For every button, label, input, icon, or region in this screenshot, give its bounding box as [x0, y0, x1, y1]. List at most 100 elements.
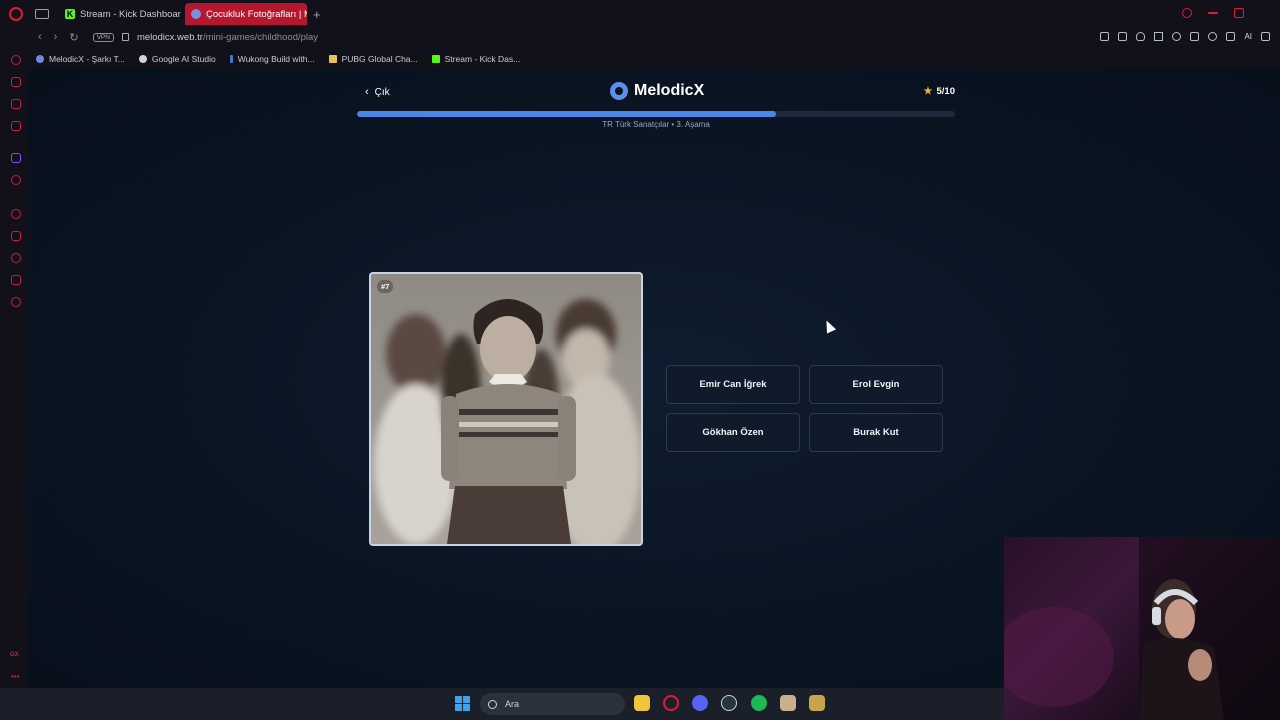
- photo-number-badge: #7: [377, 280, 394, 293]
- stage-label: TR Türk Sanatçılar • 3. Aşama: [602, 120, 710, 129]
- opera-gx-icon[interactable]: [663, 695, 679, 711]
- webcam-overlay: [1004, 537, 1280, 720]
- answer-options: Emir Can İğrek Erol Evgin Gökhan Özen Bu…: [666, 365, 943, 452]
- progress-bar: [357, 111, 955, 117]
- bookmark-pubg[interactable]: PUBG Global Cha...: [328, 54, 418, 64]
- sidebar-extensions-icon[interactable]: [11, 275, 21, 285]
- browser-sidebar: GX •••: [0, 28, 28, 688]
- maximize-button[interactable]: [1234, 8, 1244, 18]
- progress-fill: [357, 111, 776, 117]
- sidebar-shop-icon[interactable]: [11, 77, 21, 87]
- melodicx-favicon-icon: [191, 9, 201, 19]
- exit-label: Çık: [374, 86, 390, 98]
- brand-logo[interactable]: MelodicX: [610, 82, 704, 100]
- search-placeholder: Ara: [505, 699, 520, 709]
- bookmarks-bar: MelodicX - Şarkı T... Google AI Studio W…: [28, 50, 1280, 68]
- minimize-button[interactable]: [1208, 12, 1218, 14]
- game-header: ‹ Çık MelodicX ★ 5/10: [357, 80, 955, 104]
- headphones-icon: [610, 82, 628, 100]
- bookmark-label: MelodicX - Şarkı T...: [49, 54, 125, 64]
- bookmark-label: PUBG Global Cha...: [341, 54, 418, 64]
- bookmark-melodicx[interactable]: MelodicX - Şarkı T...: [36, 54, 125, 64]
- answer-option-1[interactable]: Emir Can İğrek: [666, 365, 800, 404]
- league-client-icon[interactable]: [809, 695, 825, 711]
- mouse-cursor-icon: [821, 318, 837, 334]
- trophy-icon: ★: [923, 86, 933, 97]
- brand-name: MelodicX: [634, 82, 705, 99]
- photo-image: [371, 274, 641, 544]
- bookmark-wukong[interactable]: Wukong Build with...: [229, 54, 315, 64]
- toolbar-actions: AI: [1100, 32, 1270, 41]
- kick-icon: K: [65, 9, 75, 19]
- kick-bookmark-icon: [431, 55, 440, 63]
- windows-start-icon[interactable]: [455, 696, 470, 711]
- answer-option-3[interactable]: Gökhan Özen: [666, 413, 800, 452]
- snapshot-icon[interactable]: [1118, 32, 1128, 41]
- tab-label: Çocukluk Fotoğrafları | Me: [206, 8, 307, 20]
- extensions-icon[interactable]: [1190, 32, 1200, 41]
- search-icon: [488, 699, 497, 709]
- ai-studio-bookmark-icon: [138, 55, 147, 63]
- url-domain: melodicx.web.tr: [136, 31, 203, 43]
- forward-icon[interactable]: ›: [54, 31, 58, 43]
- game-launcher-icon[interactable]: [780, 695, 796, 711]
- sidebar-twitch-icon[interactable]: [11, 153, 21, 163]
- chevron-left-icon: ‹: [365, 86, 369, 98]
- answer-option-4[interactable]: Burak Kut: [809, 413, 943, 452]
- window-controls: [1182, 8, 1270, 18]
- answer-option-2[interactable]: Erol Evgin: [809, 365, 943, 404]
- spotify-icon[interactable]: [751, 695, 767, 711]
- streamer-video: [1004, 537, 1280, 720]
- exit-button[interactable]: ‹ Çık: [365, 86, 390, 98]
- wukong-bookmark-icon: [229, 55, 233, 63]
- score-display: ★ 5/10: [924, 86, 955, 97]
- url-field[interactable]: melodicx.web.tr/mini-games/childhood/pla…: [137, 32, 318, 43]
- file-explorer-icon[interactable]: [634, 695, 650, 711]
- sidebar-music-icon[interactable]: [11, 175, 21, 185]
- reload-icon[interactable]: ↻: [69, 31, 78, 44]
- browser-tab-bar: K Stream - Kick Dashboard Çocukluk Fotoğ…: [0, 0, 1280, 28]
- new-tab-button[interactable]: +: [313, 7, 321, 22]
- bookmark-google-ai-studio[interactable]: Google AI Studio: [138, 54, 216, 64]
- play-icon[interactable]: [1154, 32, 1164, 41]
- pubg-bookmark-icon: [328, 55, 337, 63]
- tab-label: Stream - Kick Dashboard: [80, 8, 181, 20]
- opera-logo-icon[interactable]: [9, 7, 23, 21]
- melodicx-bookmark-icon: [36, 55, 44, 63]
- childhood-photo: #7: [369, 272, 643, 546]
- tab-childhood-photos[interactable]: Çocukluk Fotoğrafları | Me: [185, 3, 307, 25]
- score-value: 5/10: [936, 86, 956, 97]
- sidebar-gx-label[interactable]: GX: [10, 652, 19, 658]
- sidebar-settings-icon[interactable]: [11, 297, 21, 307]
- sidebar-app-icon[interactable]: [11, 121, 21, 131]
- sidebar-player-icon[interactable]: [11, 209, 21, 219]
- sidebar-messenger-icon[interactable]: [11, 99, 21, 109]
- sidebar-history-icon[interactable]: [11, 253, 21, 263]
- bookmark-label: Google AI Studio: [151, 54, 216, 64]
- lock-icon[interactable]: [121, 33, 129, 41]
- search-tabs-icon[interactable]: [1182, 8, 1192, 18]
- ai-button[interactable]: AI: [1244, 32, 1252, 41]
- profile-icon[interactable]: [1208, 32, 1218, 41]
- discord-icon[interactable]: [692, 695, 708, 711]
- address-bar: ‹ › ↻ VPN melodicx.web.tr/mini-games/chi…: [28, 28, 1280, 46]
- sidebar-opera-icon[interactable]: [11, 55, 21, 65]
- vpn-badge[interactable]: VPN: [92, 32, 114, 42]
- bookmark-kick[interactable]: Stream - Kick Das...: [431, 54, 521, 64]
- back-icon[interactable]: ‹: [38, 31, 42, 43]
- bookmark-label: Wukong Build with...: [237, 54, 315, 64]
- url-path: /mini-games/childhood/play: [202, 31, 319, 43]
- bookmark-icon[interactable]: [1100, 32, 1110, 41]
- adblock-icon[interactable]: [1136, 32, 1146, 41]
- sidebar-more-icon[interactable]: •••: [11, 672, 19, 681]
- download-icon[interactable]: [1226, 32, 1236, 41]
- taskbar-search[interactable]: Ara: [480, 693, 625, 715]
- close-button[interactable]: [1260, 8, 1270, 18]
- menu-icon[interactable]: [1261, 32, 1270, 41]
- heart-icon[interactable]: [1172, 32, 1182, 41]
- steam-icon[interactable]: [721, 695, 737, 711]
- sidebar-pin-icon[interactable]: [11, 231, 21, 241]
- workspaces-icon[interactable]: [35, 9, 49, 19]
- bookmark-label: Stream - Kick Das...: [444, 54, 521, 64]
- tab-kick-dashboard[interactable]: K Stream - Kick Dashboard: [59, 3, 181, 25]
